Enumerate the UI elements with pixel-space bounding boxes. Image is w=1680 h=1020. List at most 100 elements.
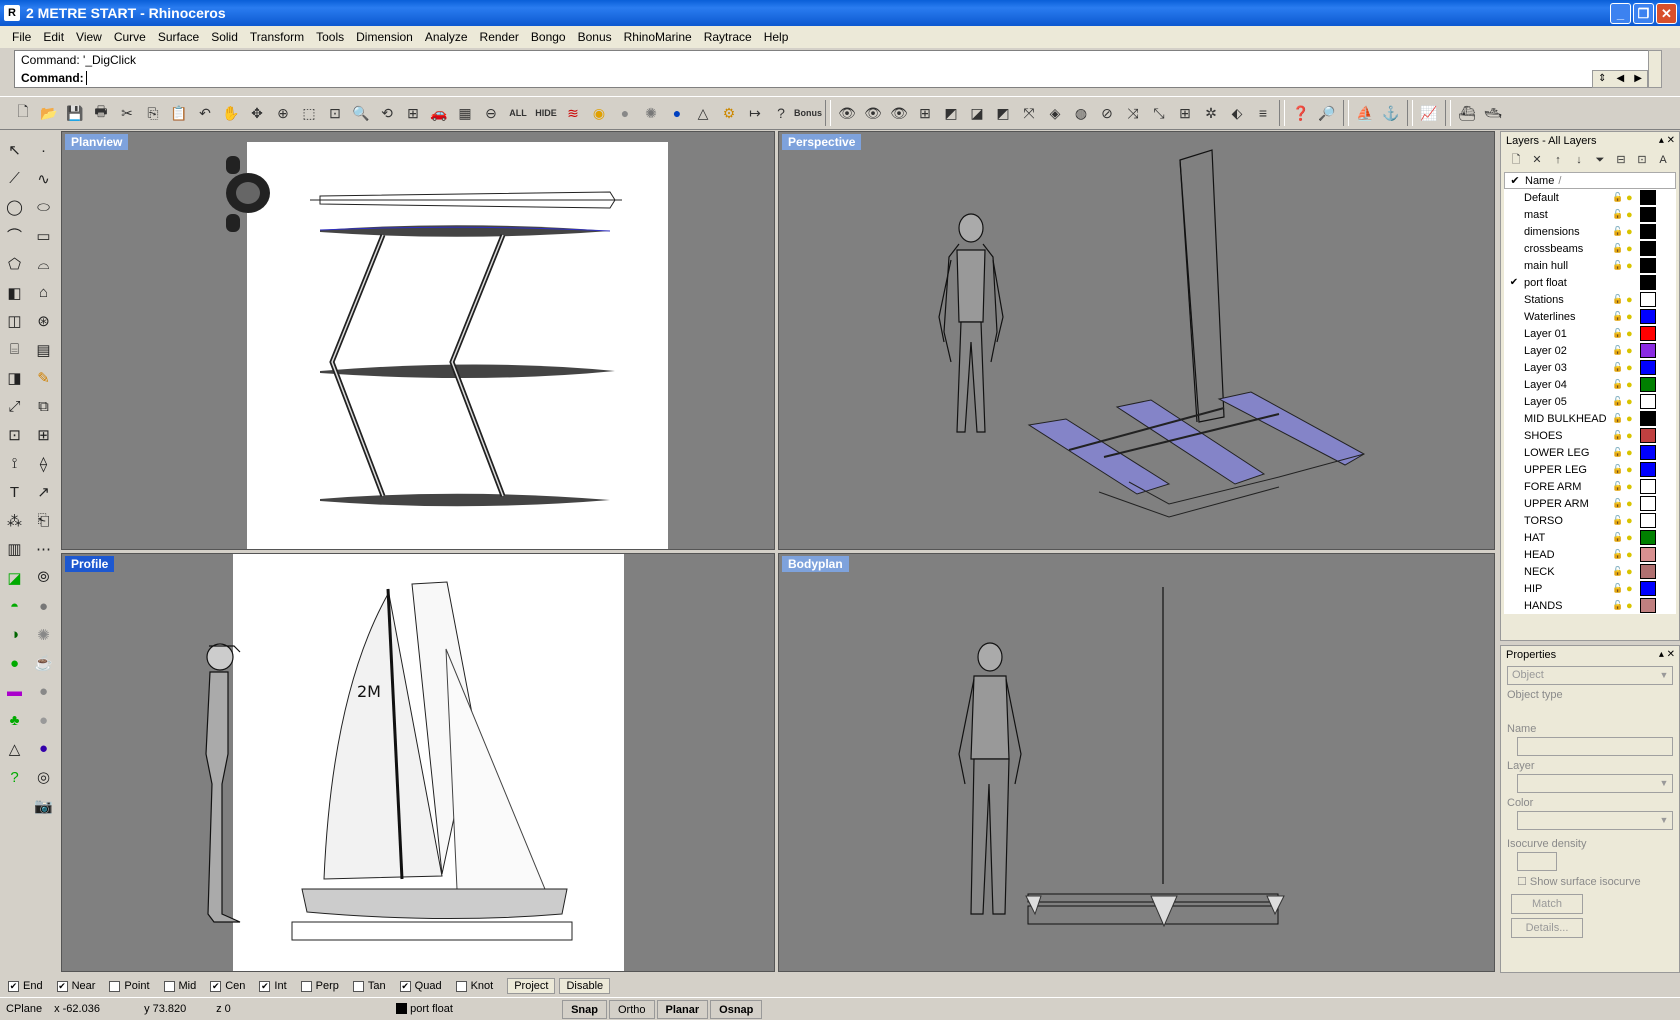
surface-icon[interactable]: ◧ <box>0 279 29 308</box>
layer-row[interactable]: LOWER LEG 🔓 ● <box>1504 444 1676 461</box>
layer-color-swatch[interactable] <box>1640 394 1656 409</box>
layer-color-swatch[interactable] <box>1640 564 1656 579</box>
scroll-up-down-icon[interactable]: ⇕ <box>1598 71 1606 87</box>
surface-tool-icon-11[interactable]: ✲ <box>1198 100 1224 126</box>
zoom-window-icon[interactable]: ⬚ <box>296 100 322 126</box>
lock-icon[interactable]: 🔓 <box>1612 396 1626 407</box>
environment-icon[interactable]: ◓ <box>0 592 29 621</box>
layer-row[interactable]: FORE ARM 🔓 ● <box>1504 478 1676 495</box>
paste-icon[interactable]: 📋 <box>166 100 192 126</box>
layer-name[interactable]: SHOES <box>1524 430 1612 442</box>
lock-icon[interactable]: 🔓 <box>1612 226 1626 237</box>
lightbulb-icon[interactable]: ● <box>1626 328 1640 340</box>
layer-row[interactable]: Layer 04 🔓 ● <box>1504 376 1676 393</box>
move-icon[interactable]: ⤢ <box>0 393 29 422</box>
lightbulb-icon[interactable]: ● <box>1626 294 1640 306</box>
view-grid-icon[interactable]: ⊞ <box>912 100 938 126</box>
lock-icon[interactable]: 🔓 <box>1612 328 1626 339</box>
osnap-checkbox[interactable]: ✔ <box>210 980 222 992</box>
layer-row[interactable]: mast 🔓 ● <box>1504 206 1676 223</box>
light-icon[interactable]: △ <box>690 100 716 126</box>
copy-icon[interactable]: ⎘ <box>140 100 166 126</box>
globe-icon[interactable]: ◎ <box>29 763 58 792</box>
surface-tool-icon-9[interactable]: ⤡ <box>1146 100 1172 126</box>
marine-tool-icon-1[interactable]: ⛵ <box>1352 100 1378 126</box>
undo-view-icon[interactable]: ⟲ <box>374 100 400 126</box>
fillet-icon[interactable]: ⌓ <box>29 250 58 279</box>
cut-icon[interactable]: ✂ <box>114 100 140 126</box>
osnap-checkbox[interactable] <box>109 980 121 992</box>
color-wheel-icon[interactable]: ◉ <box>586 100 612 126</box>
menu-surface[interactable]: Surface <box>152 30 205 44</box>
layer-name[interactable]: Waterlines <box>1524 311 1612 323</box>
layer-row[interactable]: TORSO 🔓 ● <box>1504 512 1676 529</box>
layer-row[interactable]: MID BULKHEAD 🔓 ● <box>1504 410 1676 427</box>
lightbulb-icon[interactable]: ● <box>1626 481 1640 493</box>
layer-name[interactable]: TORSO <box>1524 515 1612 527</box>
layer-name[interactable]: UPPER LEG <box>1524 464 1612 476</box>
viewport-profile[interactable]: Profile 2M <box>61 553 775 972</box>
zoom-help-icon[interactable]: 🔎 <box>1314 100 1340 126</box>
lightbulb-icon[interactable]: ● <box>1626 600 1640 612</box>
layer-row[interactable]: Layer 01 🔓 ● <box>1504 325 1676 342</box>
select-icon[interactable]: ⊖ <box>478 100 504 126</box>
hull-tool-icon-2[interactable]: 🛥 <box>1480 100 1506 126</box>
menu-transform[interactable]: Transform <box>244 30 310 44</box>
osnap-knot[interactable]: Knot <box>455 980 493 992</box>
layer-row[interactable]: main hull 🔓 ● <box>1504 257 1676 274</box>
gear-options-icon[interactable]: ⚙ <box>716 100 742 126</box>
shade-sphere-icon[interactable]: ● <box>612 100 638 126</box>
viewport-title-planview[interactable]: Planview <box>65 134 129 150</box>
snap-toggle[interactable]: Snap <box>562 999 607 1019</box>
menu-solid[interactable]: Solid <box>205 30 244 44</box>
camera-icon[interactable]: 📷 <box>29 792 58 821</box>
layer-name[interactable]: crossbeams <box>1524 243 1612 255</box>
layer-name[interactable]: HAT <box>1524 532 1612 544</box>
layer-color-swatch[interactable] <box>1640 292 1656 307</box>
lock-icon[interactable]: 🔓 <box>1612 209 1626 220</box>
bonus-button[interactable]: Bonus <box>794 100 822 126</box>
cplane-label[interactable]: CPlane <box>0 1000 48 1019</box>
render-blue-icon[interactable]: ● <box>664 100 690 126</box>
osnap-toggle[interactable]: Osnap <box>710 999 763 1019</box>
lightbulb-icon[interactable]: ● <box>1626 532 1640 544</box>
command-area[interactable]: Command: '_DigClick Command: <box>14 50 1662 88</box>
ortho-toggle[interactable]: Ortho <box>608 999 655 1019</box>
trim-icon[interactable]: ⟟ <box>0 450 29 479</box>
osnap-cen[interactable]: ✔ Cen <box>210 980 245 992</box>
osnap-int[interactable]: ✔ Int <box>259 980 287 992</box>
planar-toggle[interactable]: Planar <box>656 999 709 1019</box>
mesh-icon[interactable]: ▤ <box>29 336 58 365</box>
osnap-checkbox[interactable] <box>300 980 312 992</box>
lightbulb-icon[interactable]: ● <box>1626 362 1640 374</box>
view-eye-icon-1[interactable]: 👁 <box>834 100 860 126</box>
prev-icon[interactable]: ◀ <box>1616 71 1624 87</box>
osnap-end[interactable]: ✔ End <box>8 980 43 992</box>
lightbulb-icon[interactable]: ● <box>1626 498 1640 510</box>
material-icon[interactable]: ✺ <box>29 621 58 650</box>
layer-color-swatch[interactable] <box>1640 496 1656 511</box>
render-help-icon[interactable]: ? <box>0 763 29 792</box>
layer-row[interactable]: Waterlines 🔓 ● <box>1504 308 1676 325</box>
viewport-planview[interactable]: Planview <box>61 131 775 550</box>
font-a-icon[interactable]: A <box>1654 151 1672 169</box>
menu-edit[interactable]: Edit <box>37 30 70 44</box>
layer-color-swatch[interactable] <box>1640 241 1656 256</box>
lock-icon[interactable]: 🔓 <box>1612 549 1626 560</box>
lock-icon[interactable]: 🔓 <box>1612 447 1626 458</box>
layer-color-swatch[interactable] <box>1640 258 1656 273</box>
lock-icon[interactable]: 🔓 <box>1612 532 1626 543</box>
color-select[interactable]: ▼ <box>1517 811 1673 830</box>
zoom-dynamic-icon[interactable]: ⊕ <box>270 100 296 126</box>
layer-row[interactable]: UPPER LEG 🔓 ● <box>1504 461 1676 478</box>
menu-analyze[interactable]: Analyze <box>419 30 474 44</box>
command-input[interactable] <box>85 71 87 85</box>
gray-sphere-icon[interactable]: ● <box>29 678 58 707</box>
osnap-checkbox[interactable] <box>455 980 467 992</box>
layer-color-swatch[interactable] <box>1640 360 1656 375</box>
open-file-icon[interactable]: 📂 <box>36 100 62 126</box>
layer-name[interactable]: Layer 04 <box>1524 379 1612 391</box>
scale-icon[interactable]: ⊡ <box>0 421 29 450</box>
move-up-icon[interactable]: ↑ <box>1549 151 1567 169</box>
car-icon[interactable]: 🚗 <box>426 100 452 126</box>
